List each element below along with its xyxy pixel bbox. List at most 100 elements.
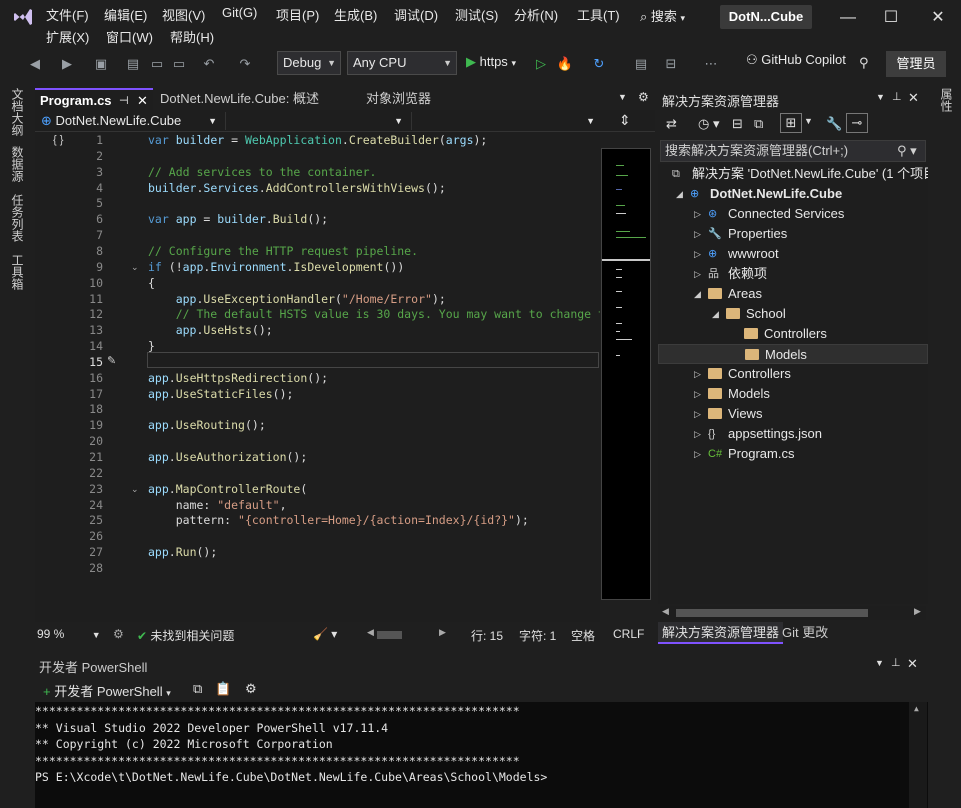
scroll-thumb[interactable] <box>676 609 868 617</box>
tree-node[interactable]: ▷ Views <box>658 404 928 424</box>
expand-closed-icon[interactable]: ▷ <box>694 244 701 264</box>
layout-icon[interactable]: ⊟ <box>662 55 680 73</box>
collapse-all-icon[interactable]: ⊟ <box>732 116 743 132</box>
tree-horizontal-scrollbar[interactable]: ◀ ▶ <box>660 606 926 620</box>
code-line[interactable]: var app = builder.Build(); <box>148 212 328 226</box>
admin-badge[interactable]: 管理员 <box>886 51 946 77</box>
whitespace-indicator[interactable]: 空格 <box>571 627 595 644</box>
tree-node[interactable]: ▷ C# Program.cs <box>658 444 928 464</box>
maximize-icon[interactable]: ☐ <box>881 8 901 28</box>
tree-node[interactable]: ▷ 品依赖项 <box>658 264 928 284</box>
tree-node[interactable]: ▷ {} appsettings.json <box>658 424 928 444</box>
code-line[interactable]: // The default HSTS value is 30 days. Yo… <box>148 307 600 321</box>
copy-icon[interactable]: ⧉ <box>193 681 202 697</box>
filter-icon[interactable]: ⊞ <box>780 113 802 133</box>
hot-reload-icon[interactable]: 🔥 <box>556 55 574 73</box>
code-line[interactable]: app.MapControllerRoute( <box>148 482 307 496</box>
code-line[interactable]: app.UseExceptionHandler("/Home/Error"); <box>148 292 446 306</box>
platform-select[interactable]: Any CPU ▼ <box>347 51 457 75</box>
history-icon[interactable]: ◷ ▾ <box>698 116 719 132</box>
code-line[interactable]: var builder = WebApplication.CreateBuild… <box>148 133 487 147</box>
tab-list-dropdown-icon[interactable]: ▼ <box>618 92 627 102</box>
preview-icon[interactable]: ⊸ <box>846 113 868 133</box>
pane-menu-icon[interactable]: ▼ <box>875 658 884 668</box>
tree-node[interactable]: Controllers <box>658 324 928 344</box>
code-line[interactable]: app.UseAuthorization(); <box>148 450 307 464</box>
menu-item[interactable]: 窗口(W) <box>106 27 153 46</box>
tree-node[interactable]: ▷ ⊛ Connected Services <box>658 204 928 224</box>
pane-menu-icon[interactable]: ▼ <box>876 92 885 102</box>
menu-item[interactable]: 生成(B) <box>334 5 377 24</box>
start-without-debugging-icon[interactable]: ▷ <box>532 55 550 73</box>
code-line[interactable]: } <box>148 339 155 353</box>
fold-icon[interactable]: ⌄ <box>131 262 139 273</box>
search-button[interactable]: ⌕ 搜索 ▾ <box>640 6 706 28</box>
column-indicator[interactable]: 字符: 1 <box>519 627 556 644</box>
menu-item[interactable]: 视图(V) <box>162 5 205 24</box>
data-sources-tab[interactable]: 数据源 <box>9 146 26 182</box>
close-pane-icon[interactable]: ✕ <box>908 90 919 106</box>
scroll-right-icon[interactable]: ▶ <box>439 627 446 638</box>
settings-gear-icon[interactable]: ⚙ <box>638 90 649 104</box>
redo-icon[interactable]: ↷ <box>236 55 254 73</box>
tab-solution-explorer[interactable]: 解决方案资源管理器 <box>658 622 784 644</box>
menu-item[interactable]: 测试(S) <box>455 5 498 24</box>
expand-open-icon[interactable]: ◢ <box>712 304 719 324</box>
feedback-icon[interactable]: ⚲ <box>859 55 869 71</box>
tree-node[interactable]: ◢ School <box>658 304 928 324</box>
code-line[interactable]: app.Run(); <box>148 545 217 559</box>
code-cleanup-icon[interactable]: 🧹 ▾ <box>313 627 337 641</box>
code-line[interactable]: if (!app.Environment.IsDevelopment()) <box>148 260 404 274</box>
more-icon[interactable]: ⋯ <box>702 55 720 73</box>
code-line[interactable]: app.UseRouting(); <box>148 418 266 432</box>
document-outline-tab[interactable]: 文档大纲 <box>9 88 26 136</box>
tab-object-browser[interactable]: 对象浏览器 <box>361 88 471 110</box>
split-editor-icon[interactable]: ⇕ <box>619 112 631 129</box>
expand-closed-icon[interactable]: ▷ <box>694 224 701 244</box>
menu-item[interactable]: 分析(N) <box>514 5 558 24</box>
refresh-icon[interactable]: ↻ <box>590 55 608 73</box>
undo-icon[interactable]: ↶ <box>200 55 218 73</box>
menu-item[interactable]: 扩展(X) <box>46 27 89 46</box>
menu-item[interactable]: 工具(T) <box>577 5 620 24</box>
code-line[interactable]: app.UseHttpsRedirection(); <box>148 371 328 385</box>
menu-item[interactable]: 调试(D) <box>394 5 438 24</box>
save-all-icon[interactable]: ▭ <box>170 55 188 73</box>
code-line[interactable]: pattern: "{controller=Home}/{action=Inde… <box>148 513 529 527</box>
menu-item[interactable]: 项目(P) <box>276 5 319 24</box>
close-icon[interactable]: ✕ <box>928 8 948 28</box>
code-line[interactable]: builder.Services.AddControllersWithViews… <box>148 181 446 195</box>
menu-item[interactable]: Git(G) <box>222 5 257 20</box>
save-icon[interactable]: ▭ <box>148 55 166 73</box>
code-line[interactable]: app.UseHsts(); <box>148 323 273 337</box>
solution-search-input[interactable]: 搜索解决方案资源管理器(Ctrl+;) ⚲ ▾ <box>660 140 926 162</box>
tree-node[interactable]: Models <box>658 344 928 364</box>
code-line[interactable]: app.UseStaticFiles(); <box>148 387 293 401</box>
filter-dropdown-icon[interactable]: ▼ <box>804 116 813 126</box>
expand-closed-icon[interactable]: ▷ <box>694 384 701 404</box>
expand-open-icon[interactable]: ◢ <box>694 284 701 304</box>
fold-icon[interactable]: ⌄ <box>131 484 139 495</box>
sync-icon[interactable]: ⇄ <box>666 116 677 132</box>
configuration-select[interactable]: Debug ▼ <box>277 51 341 75</box>
expand-closed-icon[interactable]: ▷ <box>694 364 701 384</box>
line-indicator[interactable]: 行: 15 <box>471 627 503 644</box>
back-icon[interactable]: ◀ <box>26 55 44 73</box>
expand-closed-icon[interactable]: ▷ <box>694 204 701 224</box>
forward-icon[interactable]: ▶ <box>58 55 76 73</box>
scroll-up-icon[interactable]: ▲ <box>914 704 919 713</box>
menu-item[interactable]: 编辑(E) <box>104 5 147 24</box>
terminal-scrollbar[interactable]: ▲ <box>909 702 927 808</box>
show-all-files-icon[interactable]: ⧉ <box>754 116 763 132</box>
run-button[interactable]: ▶ https ▾ <box>466 54 516 70</box>
project-nav-select[interactable]: ⊕ DotNet.NewLife.Cube ▼ <box>37 112 223 130</box>
horizontal-scroll-thumb[interactable] <box>377 631 402 639</box>
pin-icon[interactable]: ⊥ <box>892 90 902 103</box>
new-terminal-button[interactable]: + 开发者 PowerShell ▾ <box>43 681 171 700</box>
eol-indicator[interactable]: CRLF <box>613 627 644 641</box>
code-line[interactable]: // Configure the HTTP request pipeline. <box>148 244 418 258</box>
tree-node[interactable]: ◢ Areas <box>658 284 928 304</box>
tree-node[interactable]: ⧉ 解决方案 'DotNet.NewLife.Cube' (1 个项目 <box>658 164 928 184</box>
expand-open-icon[interactable]: ◢ <box>676 184 683 204</box>
tree-node[interactable]: ▷ Controllers <box>658 364 928 384</box>
